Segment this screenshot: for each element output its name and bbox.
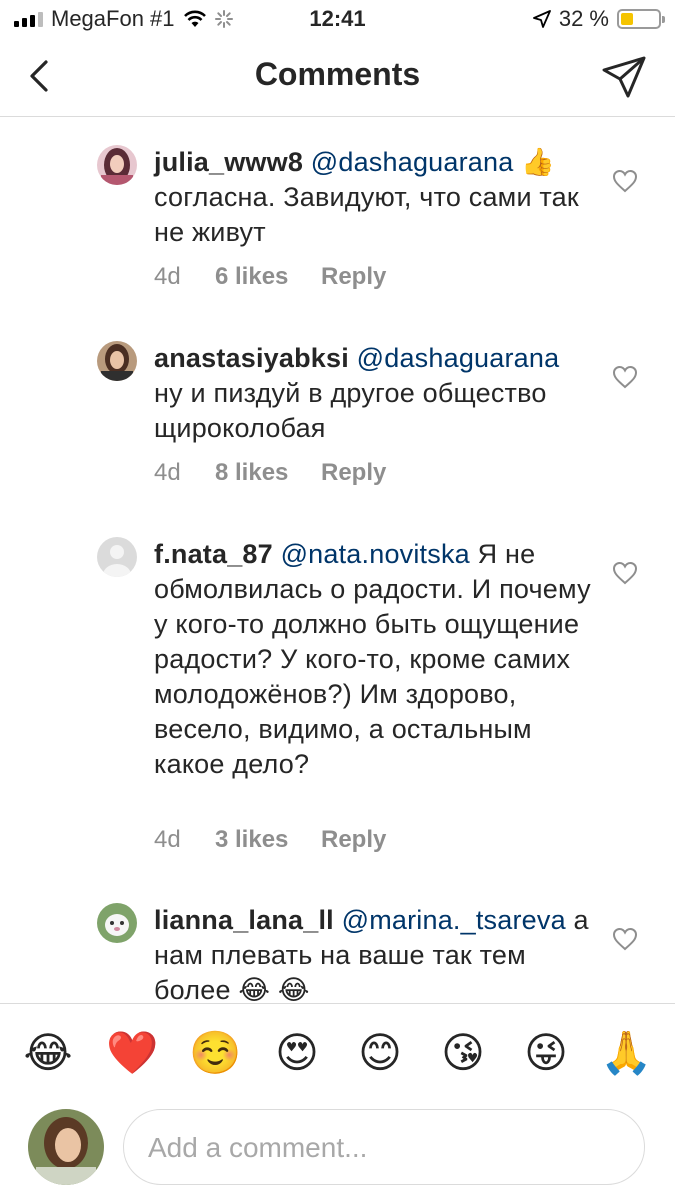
location-arrow-icon: [532, 10, 551, 28]
reply-button[interactable]: Reply: [321, 263, 386, 291]
comment-age: 4d: [154, 263, 181, 290]
status-right: 32 %: [532, 6, 665, 32]
comment-text: lianna_lana_ll @marina._tsareva а нам пл…: [154, 903, 594, 1003]
comment-age: 4d: [154, 826, 181, 853]
red-heart-emoji-button[interactable]: ❤️: [106, 1028, 158, 1078]
comment-body: Я не обмолвилась о радости. И почему у к…: [154, 539, 591, 779]
reply-button[interactable]: Reply: [321, 826, 386, 854]
comment-mention[interactable]: @dashaguarana: [311, 147, 514, 177]
avatar[interactable]: [97, 903, 137, 943]
comment-text: anastasiyabksi @dashaguarana ну и пиздуй…: [154, 341, 594, 446]
user-avatar: [28, 1109, 104, 1185]
comment-mention[interactable]: @nata.novitska: [281, 539, 470, 569]
heart-icon[interactable]: [612, 365, 638, 389]
comment-likes[interactable]: 6 likes: [215, 263, 321, 291]
page-title: Comments: [254, 56, 421, 92]
direct-send-icon[interactable]: [601, 54, 647, 100]
heart-icon[interactable]: [612, 169, 638, 193]
comment-meta: 4d 3 likes Reply: [154, 826, 386, 854]
comment-username[interactable]: lianna_lana_ll: [154, 905, 334, 935]
tears-of-joy-emoji-button[interactable]: 😂: [23, 1028, 73, 1078]
battery-percent: 32 %: [558, 6, 609, 31]
battery-icon: [617, 9, 665, 29]
comment-meta: 4d 6 likes Reply: [154, 263, 386, 291]
comment-username[interactable]: julia_www8: [154, 147, 303, 177]
comment-input[interactable]: [148, 1130, 618, 1166]
avatar[interactable]: [97, 341, 137, 381]
comment-mention[interactable]: @dashaguarana: [357, 343, 560, 373]
navigation-bar: Comments: [0, 40, 675, 117]
comment-age: 4d: [154, 459, 181, 486]
avatar[interactable]: [97, 537, 137, 577]
comment-input-container[interactable]: [123, 1109, 645, 1185]
battery-level: [621, 13, 633, 25]
comment-text: f.nata_87 @nata.novitska Я не обмолвилас…: [154, 537, 594, 782]
emoji-quick-bar: 😂 ❤️ ☺️ 😍 😊 😘 😜 🙏: [0, 1003, 675, 1102]
comment-likes[interactable]: 3 likes: [215, 826, 321, 854]
wink-tongue-emoji-button[interactable]: 😜: [521, 1028, 571, 1078]
comment-likes[interactable]: 8 likes: [215, 459, 321, 487]
comment-mention[interactable]: @marina._tsareva: [342, 905, 566, 935]
comment-username[interactable]: f.nata_87: [154, 539, 273, 569]
heart-eyes-emoji-button[interactable]: 😍: [272, 1028, 322, 1078]
smiling-emoji-button[interactable]: ☺️: [189, 1028, 241, 1078]
comment-body: ну и пиздуй в другое общество щироколоба…: [154, 378, 547, 443]
comment-item: lianna_lana_ll @marina._tsareva а нам пл…: [0, 903, 675, 1003]
reply-button[interactable]: Reply: [321, 459, 386, 487]
kiss-emoji-button[interactable]: 😘: [438, 1028, 488, 1078]
blush-emoji-button[interactable]: 😊: [355, 1028, 405, 1078]
comment-text: julia_www8 @dashaguarana 👍 согласна. Зав…: [154, 145, 594, 250]
comment-meta: 4d 8 likes Reply: [154, 459, 386, 487]
folded-hands-emoji-button[interactable]: 🙏: [600, 1028, 652, 1078]
avatar[interactable]: [97, 145, 137, 185]
status-bar: MegaFon #1 12:41 32 %: [0, 0, 675, 40]
comment-composer: [0, 1101, 675, 1200]
comment-username[interactable]: anastasiyabksi: [154, 343, 349, 373]
heart-icon[interactable]: [612, 561, 638, 585]
heart-icon[interactable]: [612, 927, 638, 951]
